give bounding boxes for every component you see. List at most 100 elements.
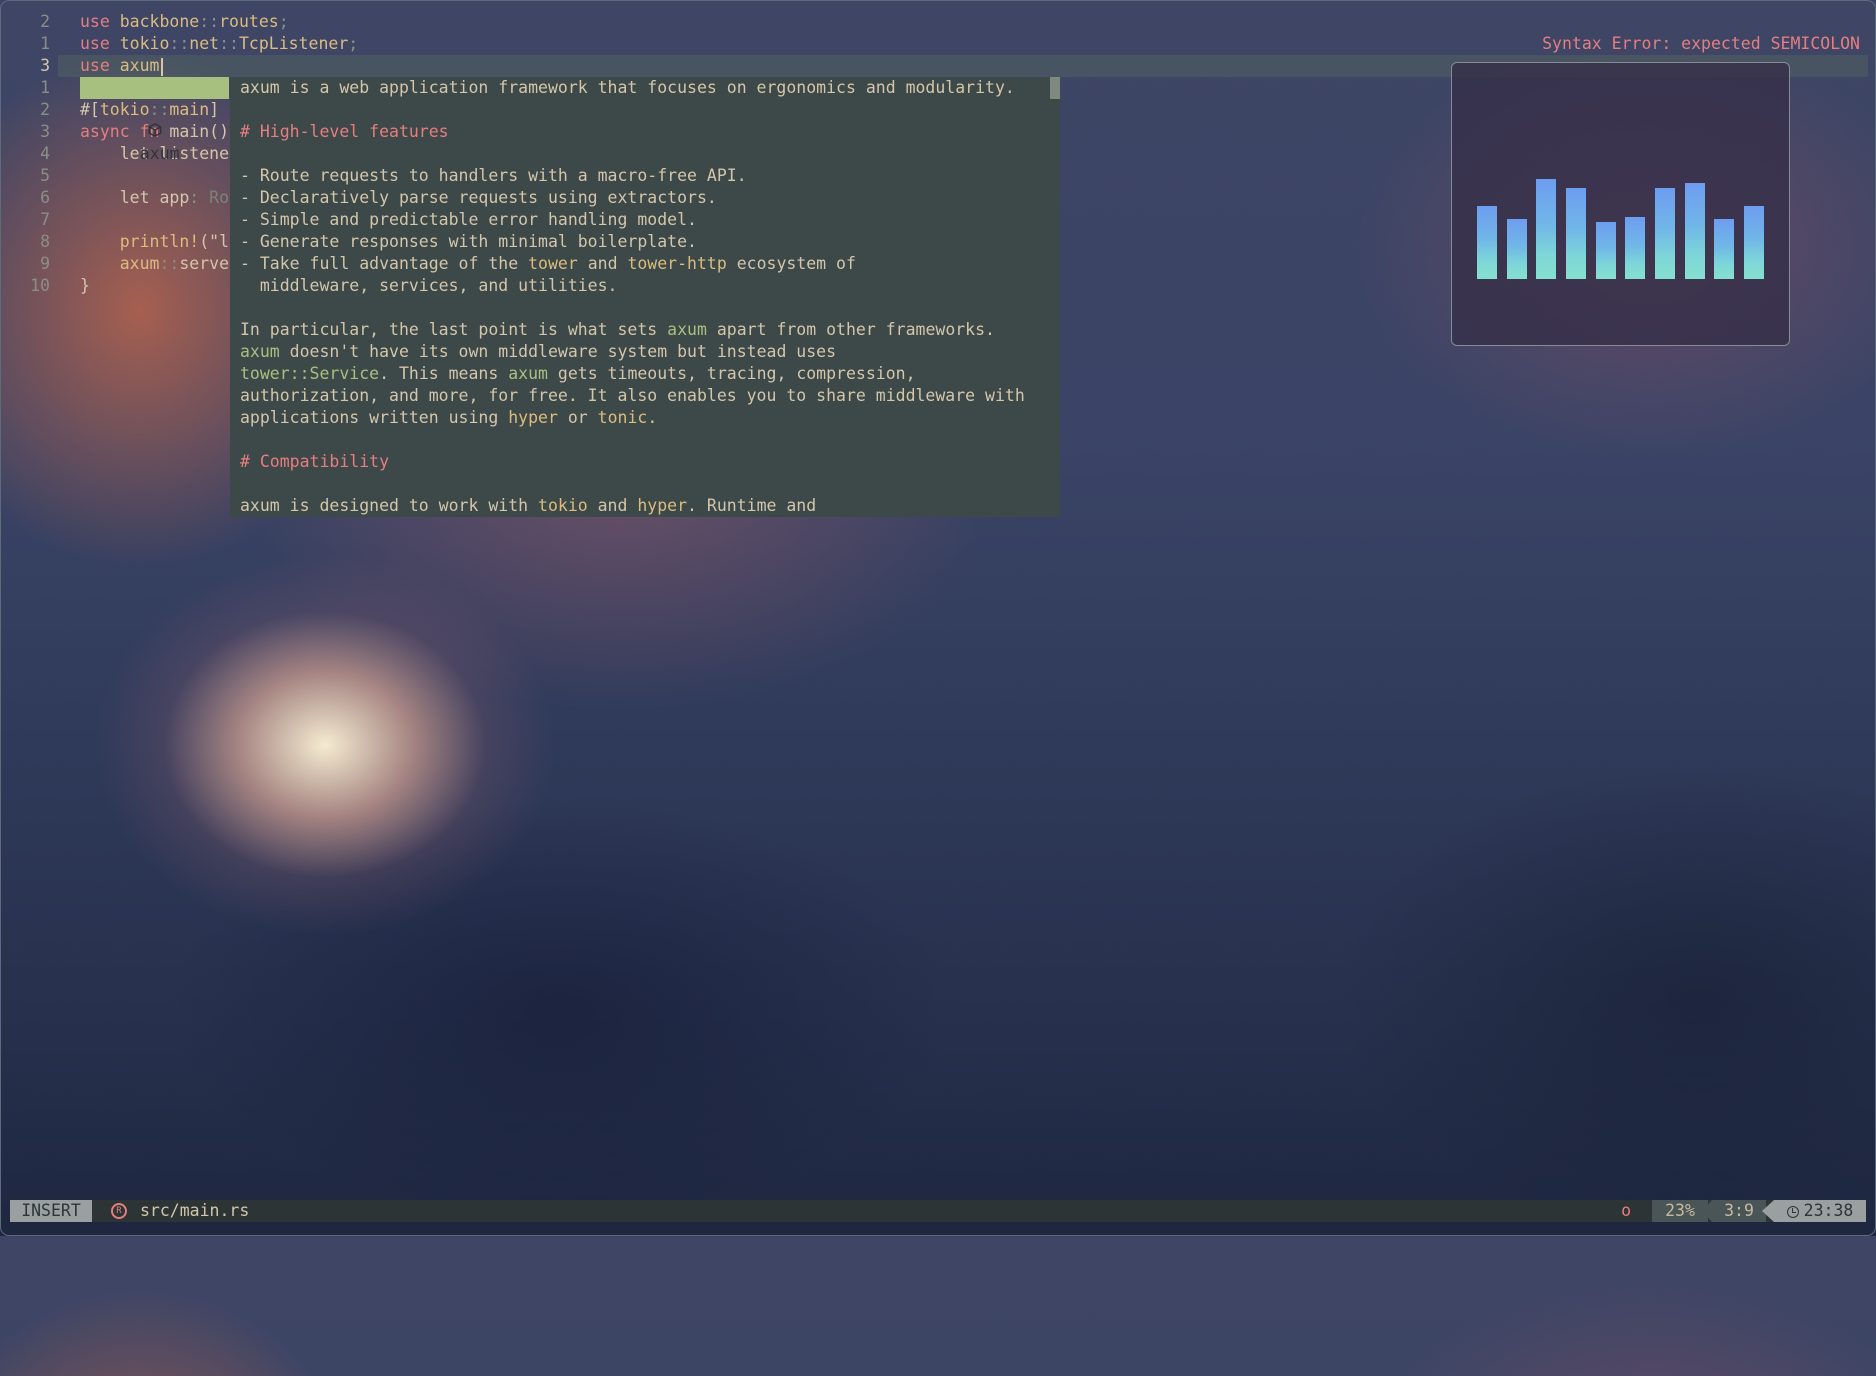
code-token: let app xyxy=(80,188,190,207)
visualizer-bars xyxy=(1472,153,1769,279)
text-cursor xyxy=(160,57,163,76)
doc-line: - Route requests to handlers with a macr… xyxy=(240,165,747,187)
visualizer-bar xyxy=(1655,188,1676,279)
code-token: :: xyxy=(219,34,239,53)
doc-link[interactable]: axum xyxy=(667,320,707,339)
doc-link[interactable]: tower xyxy=(528,254,578,273)
doc-text: applications written using xyxy=(240,408,509,427)
line-number: 2 xyxy=(40,100,50,119)
doc-line: In particular, the last point is what se… xyxy=(240,319,995,341)
doc-line: authorization, and more, for free. It al… xyxy=(240,385,1025,407)
line-number: 9 xyxy=(40,254,50,273)
visualizer-bar xyxy=(1714,218,1735,279)
code-token: main() xyxy=(169,122,230,141)
doc-line: axum doesn't have its own middleware sys… xyxy=(240,341,836,363)
doc-link[interactable]: tokio xyxy=(538,496,588,515)
line-number: 10 xyxy=(30,276,50,295)
doc-text: middleware, services, and utilities. xyxy=(240,276,618,295)
doc-text: axum is a web application framework that… xyxy=(240,78,1015,97)
file-name[interactable]: src/main.rs xyxy=(140,1200,249,1222)
doc-text: and xyxy=(577,254,628,273)
code-token: backbone xyxy=(119,12,200,31)
doc-link[interactable]: hyper xyxy=(637,496,687,515)
doc-link[interactable]: axum xyxy=(240,342,280,361)
code-token: use xyxy=(80,56,120,75)
code-token: routes xyxy=(219,12,279,31)
doc-text: . Runtime and xyxy=(687,496,817,515)
line-number: 1 xyxy=(40,34,50,53)
rust-icon: R xyxy=(111,1203,127,1219)
doc-scrollbar[interactable] xyxy=(1050,77,1060,99)
doc-text: doesn't have its own middleware system b… xyxy=(279,342,837,361)
visualizer-bar xyxy=(1684,183,1705,279)
line-number: 7 xyxy=(40,210,50,229)
code-token: tokio xyxy=(119,34,170,53)
doc-line: # Compatibility xyxy=(240,451,389,473)
code-token: axum xyxy=(119,56,160,75)
doc-text: and xyxy=(587,496,638,515)
doc-text: - Generate responses with minimal boiler… xyxy=(240,232,697,251)
doc-text: - Take full advantage of the xyxy=(240,254,529,273)
doc-text: . This means xyxy=(379,364,509,383)
clock-segment: 23:38 xyxy=(1762,1200,1866,1222)
code-token: TcpListener xyxy=(238,34,349,53)
visualizer-bar xyxy=(1506,218,1527,279)
line-number: 5 xyxy=(40,166,50,185)
line-number: 1 xyxy=(40,78,50,97)
clock-icon xyxy=(1786,1206,1799,1218)
completion-item[interactable]: axum xyxy=(80,77,229,163)
doc-line: # High-level features xyxy=(240,121,449,143)
doc-text: In particular, the last point is what se… xyxy=(240,320,668,339)
completion-label: axum xyxy=(139,144,180,163)
diagnostic-indicator: o xyxy=(1621,1201,1631,1220)
line-number: 8 xyxy=(40,232,50,251)
visualizer-bar xyxy=(1625,217,1646,279)
code-token: use xyxy=(80,12,120,31)
doc-text: axum is designed to work with xyxy=(240,496,539,515)
doc-text: . xyxy=(647,408,658,427)
visualizer-bar xyxy=(1595,222,1616,279)
doc-line: - Take full advantage of the tower and t… xyxy=(240,253,856,275)
doc-text: - Simple and predictable error handling … xyxy=(240,210,697,229)
visualizer-bar xyxy=(1744,205,1765,279)
doc-text: gets timeouts, tracing, compression, xyxy=(547,364,916,383)
doc-text: - Declaratively parse requests using ext… xyxy=(240,188,717,207)
line-number: 4 xyxy=(40,144,50,163)
code-token: serve xyxy=(179,254,230,273)
code-text: use backbone::routes; xyxy=(80,11,289,33)
diagnostic-message: Syntax Error: expected SEMICOLON xyxy=(1542,34,1860,53)
code-text: axum::serve xyxy=(80,253,229,275)
code-token: use xyxy=(80,34,120,53)
doc-link[interactable]: tonic xyxy=(598,408,648,427)
code-token: :: xyxy=(159,254,180,273)
doc-link[interactable]: hyper xyxy=(508,408,558,427)
status-bar: INSERT R src/main.rs o 23% 3:9 23:38 xyxy=(10,1200,1866,1222)
audio-visualizer xyxy=(1451,62,1790,346)
visualizer-bar xyxy=(1565,188,1586,279)
line-number: 2 xyxy=(40,12,50,31)
code-text: use axum xyxy=(80,55,163,77)
code-token: :: xyxy=(199,12,220,31)
cursor-position: 3:9 xyxy=(1702,1200,1766,1222)
documentation-popup[interactable]: axum is a web application framework that… xyxy=(230,77,1060,517)
mode-indicator: INSERT xyxy=(10,1200,92,1222)
code-token: ; xyxy=(278,12,289,31)
doc-link[interactable]: axum xyxy=(508,364,548,383)
code-text: println!("l xyxy=(80,231,229,253)
code-token: } xyxy=(80,276,90,295)
doc-line: middleware, services, and utilities. xyxy=(240,275,618,297)
code-text: use tokio::net::TcpListener; xyxy=(80,33,358,55)
line-number: 3 xyxy=(40,122,50,141)
doc-heading: # Compatibility xyxy=(240,452,390,471)
doc-link[interactable]: tower::Service xyxy=(240,364,379,383)
code-text: let app: Ro xyxy=(80,187,229,209)
code-token: :: xyxy=(169,34,190,53)
line-number: 3 xyxy=(40,56,50,75)
doc-line: tower::Service. This means axum gets tim… xyxy=(240,363,916,385)
code-token: net xyxy=(189,34,220,53)
doc-text: apart from other frameworks. xyxy=(706,320,995,339)
package-icon xyxy=(108,99,162,165)
doc-line: - Declaratively parse requests using ext… xyxy=(240,187,717,209)
doc-link[interactable]: tower-http xyxy=(627,254,726,273)
doc-text: - Route requests to handlers with a macr… xyxy=(240,166,747,185)
